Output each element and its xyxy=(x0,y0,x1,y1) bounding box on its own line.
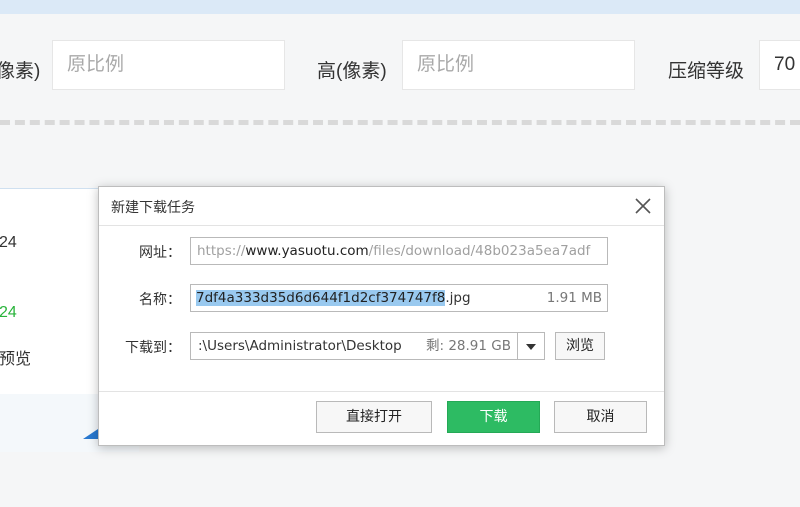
dialog-title: 新建下载任务 xyxy=(111,200,195,216)
card-text-3: 预览 xyxy=(0,351,32,368)
url-field[interactable]: https://www.yasuotu.com/files/download/4… xyxy=(190,237,608,265)
url-label: 网址： xyxy=(139,245,181,261)
compress-input[interactable]: 70 xyxy=(759,40,800,90)
filename-field[interactable]: 7df4a333d35d6d644f1d2cf374747f8.jpg 1.91… xyxy=(190,284,608,312)
url-path: /files/download/48b023a5ea7adf xyxy=(368,243,591,259)
dashed-divider xyxy=(0,120,800,125)
card-text-2: 24 xyxy=(0,304,17,321)
save-to-label: 下载到： xyxy=(125,340,181,356)
filename-selected-text: 7df4a333d35d6d644f1d2cf374747f8 xyxy=(196,290,446,306)
url-host: www.yasuotu.com xyxy=(245,243,369,259)
name-label: 名称： xyxy=(139,292,181,308)
save-path: :\Users\Administrator\Desktop xyxy=(198,338,402,354)
compress-label: 压缩等级 xyxy=(668,61,745,82)
height-label: 高(像素) xyxy=(317,61,387,82)
chevron-down-icon xyxy=(526,344,536,350)
top-banner xyxy=(0,0,800,14)
download-button[interactable]: 下载 xyxy=(447,401,540,433)
filename-extension: .jpg xyxy=(445,290,471,306)
width-input[interactable]: 原比例 xyxy=(52,40,285,90)
open-directly-button[interactable]: 直接打开 xyxy=(316,401,432,433)
save-path-dropdown[interactable] xyxy=(517,332,545,360)
new-download-dialog: 新建下载任务 网址： https://www.yasuotu.com/files… xyxy=(98,186,665,446)
close-icon[interactable] xyxy=(632,195,654,217)
card-text-1: 24 xyxy=(0,234,17,251)
free-space: 剩: 28.91 GB xyxy=(425,338,511,354)
browse-button[interactable]: 浏览 xyxy=(555,332,605,360)
save-path-field[interactable]: :\Users\Administrator\Desktop 剩: 28.91 G… xyxy=(190,332,518,360)
dialog-footer-divider xyxy=(99,391,664,392)
dialog-header-divider xyxy=(99,225,664,226)
cancel-button[interactable]: 取消 xyxy=(554,401,647,433)
height-input[interactable]: 原比例 xyxy=(402,40,635,90)
width-label: 像素) xyxy=(0,61,41,82)
file-size: 1.91 MB xyxy=(546,290,602,306)
url-prefix: https:// xyxy=(197,243,246,259)
